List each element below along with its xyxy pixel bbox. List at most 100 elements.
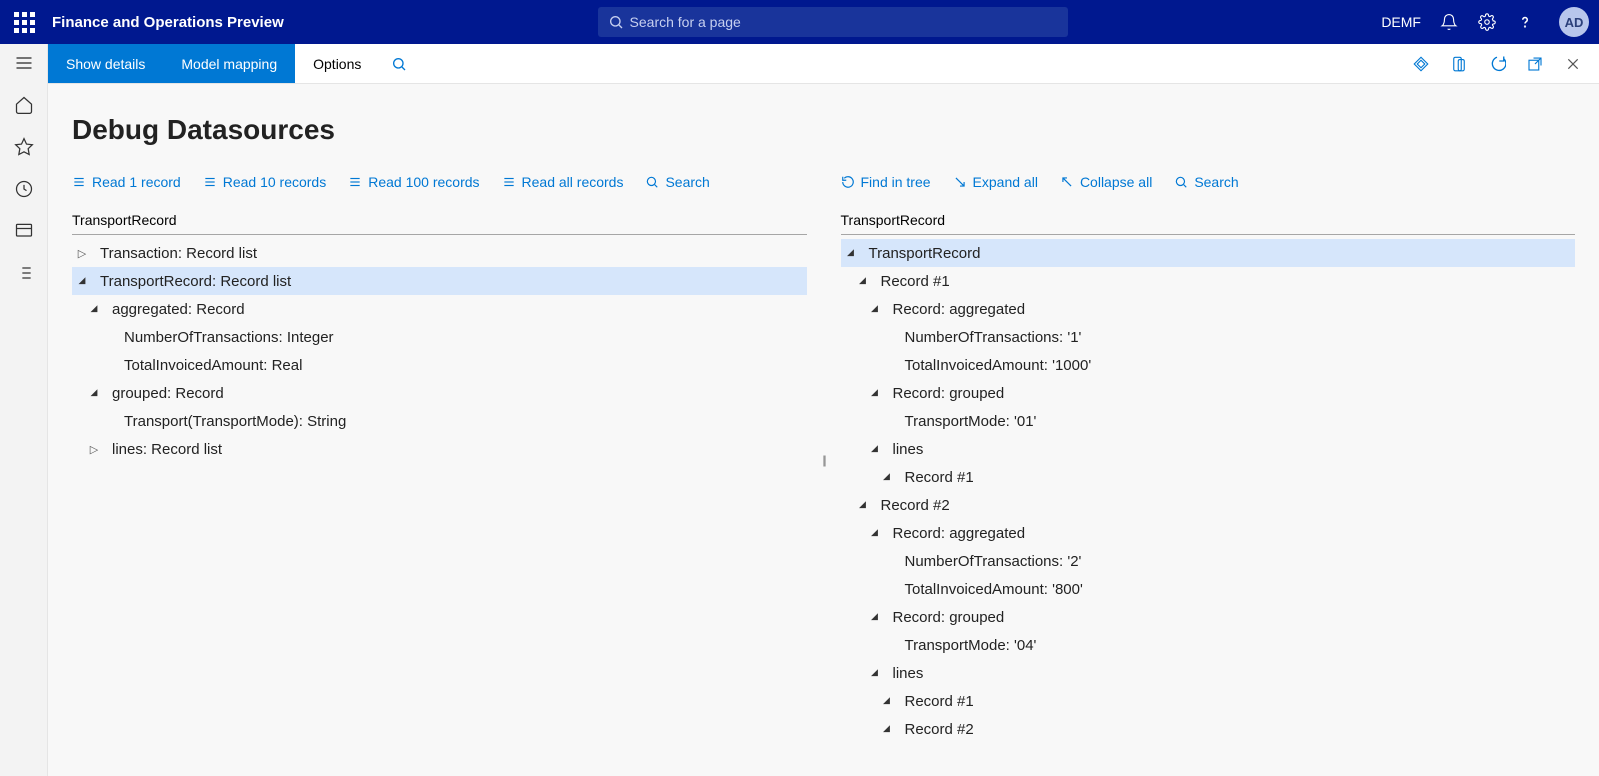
tree-arrow-icon[interactable]	[881, 723, 893, 735]
tree-node[interactable]: grouped: Record	[72, 379, 807, 407]
read-100-button[interactable]: Read 100 records	[348, 174, 479, 190]
global-search[interactable]	[598, 7, 1068, 37]
tree-node[interactable]: lines	[841, 659, 1576, 687]
tree-node[interactable]: TotalInvoicedAmount: Real	[72, 351, 807, 379]
tree-node[interactable]: lines: Record list	[72, 435, 807, 463]
expand-all-button[interactable]: Expand all	[953, 174, 1038, 190]
tree-node-label: Transaction: Record list	[100, 245, 257, 262]
global-search-input[interactable]	[630, 14, 1058, 30]
left-toolbar: Read 1 record Read 10 records Read 100 r…	[72, 174, 807, 190]
tree-node[interactable]: Record: aggregated	[841, 295, 1576, 323]
attachment-icon[interactable]	[1449, 54, 1469, 74]
modules-icon[interactable]	[13, 262, 35, 284]
action-bar: Show details Model mapping Options	[48, 44, 1599, 84]
tree-node[interactable]: lines	[841, 435, 1576, 463]
read-all-button[interactable]: Read all records	[502, 174, 624, 190]
tree-node[interactable]: Record: aggregated	[841, 519, 1576, 547]
show-details-button[interactable]: Show details	[48, 44, 163, 83]
tree-arrow-icon[interactable]	[881, 471, 893, 483]
tree-arrow-icon[interactable]	[76, 247, 88, 260]
tree-arrow-icon[interactable]	[857, 499, 869, 511]
workspace-icon[interactable]	[13, 220, 35, 242]
tree-node[interactable]: Record #2	[841, 491, 1576, 519]
tree-node[interactable]: Transport(TransportMode): String	[72, 407, 807, 435]
tree-arrow-icon[interactable]	[869, 667, 881, 679]
refresh-icon[interactable]	[1487, 54, 1507, 74]
find-in-tree-label: Find in tree	[861, 174, 931, 190]
tree-arrow-icon[interactable]	[869, 387, 881, 399]
content-area: Debug Datasources Read 1 record Read 10 …	[48, 84, 1599, 776]
tree-node-label: Record #2	[881, 497, 950, 514]
tree-node[interactable]: Record #1	[841, 687, 1576, 715]
tree-node[interactable]: Record: grouped	[841, 603, 1576, 631]
tree-node-label: Record: grouped	[893, 609, 1005, 626]
tree-arrow-icon[interactable]	[76, 275, 88, 287]
left-tree: Transaction: Record list TransportRecord:…	[72, 239, 807, 463]
action-search-icon[interactable]	[379, 44, 419, 83]
right-toolbar: Find in tree Expand all Collapse all Sea…	[841, 174, 1576, 190]
tree-node-label: NumberOfTransactions: '2'	[905, 553, 1082, 570]
tree-arrow-icon[interactable]	[845, 247, 857, 259]
right-tree: TransportRecordRecord #1Record: aggregat…	[841, 239, 1576, 743]
tree-node-label: aggregated: Record	[112, 301, 245, 318]
collapse-all-button[interactable]: Collapse all	[1060, 174, 1152, 190]
tree-node[interactable]: Record #1	[841, 463, 1576, 491]
tree-arrow-icon[interactable]	[869, 303, 881, 315]
close-icon[interactable]	[1563, 54, 1583, 74]
read-1-button[interactable]: Read 1 record	[72, 174, 181, 190]
popout-icon[interactable]	[1525, 54, 1545, 74]
company-label[interactable]: DEMF	[1381, 14, 1421, 30]
tree-node[interactable]: NumberOfTransactions: '2'	[841, 547, 1576, 575]
header-right: DEMF AD	[1381, 7, 1589, 37]
avatar[interactable]: AD	[1559, 7, 1589, 37]
tree-node-label: TransportRecord: Record list	[100, 273, 291, 290]
tree-node[interactable]: TransportRecord: Record list	[72, 267, 807, 295]
options-button[interactable]: Options	[295, 44, 379, 83]
tree-arrow-icon[interactable]	[869, 443, 881, 455]
read-10-button[interactable]: Read 10 records	[203, 174, 327, 190]
notification-icon[interactable]	[1439, 12, 1459, 32]
tree-node[interactable]: TotalInvoicedAmount: '1000'	[841, 351, 1576, 379]
tree-arrow-icon[interactable]	[881, 695, 893, 707]
tree-node-label: TotalInvoicedAmount: Real	[124, 357, 302, 374]
tree-node[interactable]: NumberOfTransactions: Integer	[72, 323, 807, 351]
hamburger-icon[interactable]	[13, 52, 35, 74]
tree-arrow-icon[interactable]	[88, 443, 100, 456]
tree-node[interactable]: TransportRecord	[841, 239, 1576, 267]
tree-node[interactable]: NumberOfTransactions: '1'	[841, 323, 1576, 351]
tree-node[interactable]: TotalInvoicedAmount: '800'	[841, 575, 1576, 603]
tree-node[interactable]: Transaction: Record list	[72, 239, 807, 267]
left-nav-rail	[0, 44, 48, 776]
help-icon[interactable]	[1515, 12, 1535, 32]
tree-node[interactable]: TransportMode: '01'	[841, 407, 1576, 435]
tree-arrow-icon[interactable]	[869, 527, 881, 539]
tree-node-label: NumberOfTransactions: '1'	[905, 329, 1082, 346]
read-100-label: Read 100 records	[368, 174, 479, 190]
tree-arrow-icon[interactable]	[88, 387, 100, 399]
tree-arrow-icon[interactable]	[869, 611, 881, 623]
left-search-button[interactable]: Search	[645, 174, 709, 190]
splitter-handle[interactable]: ||	[822, 453, 824, 467]
tree-node-label: grouped: Record	[112, 385, 224, 402]
app-title: Finance and Operations Preview	[52, 14, 284, 31]
tree-node[interactable]: Record #2	[841, 715, 1576, 743]
tree-node-label: lines: Record list	[112, 441, 222, 458]
waffle-icon[interactable]	[10, 8, 38, 36]
tree-node[interactable]: TransportMode: '04'	[841, 631, 1576, 659]
tree-node-label: Record: aggregated	[893, 525, 1026, 542]
collapse-all-label: Collapse all	[1080, 174, 1152, 190]
diamond-icon[interactable]	[1411, 54, 1431, 74]
tree-node[interactable]: Record: grouped	[841, 379, 1576, 407]
tree-node[interactable]: Record #1	[841, 267, 1576, 295]
find-in-tree-button[interactable]: Find in tree	[841, 174, 931, 190]
recent-icon[interactable]	[13, 178, 35, 200]
right-search-label: Search	[1194, 174, 1238, 190]
tree-arrow-icon[interactable]	[88, 303, 100, 315]
gear-icon[interactable]	[1477, 12, 1497, 32]
right-search-button[interactable]: Search	[1174, 174, 1238, 190]
model-mapping-button[interactable]: Model mapping	[163, 44, 295, 83]
home-icon[interactable]	[13, 94, 35, 116]
tree-arrow-icon[interactable]	[857, 275, 869, 287]
star-icon[interactable]	[13, 136, 35, 158]
tree-node[interactable]: aggregated: Record	[72, 295, 807, 323]
